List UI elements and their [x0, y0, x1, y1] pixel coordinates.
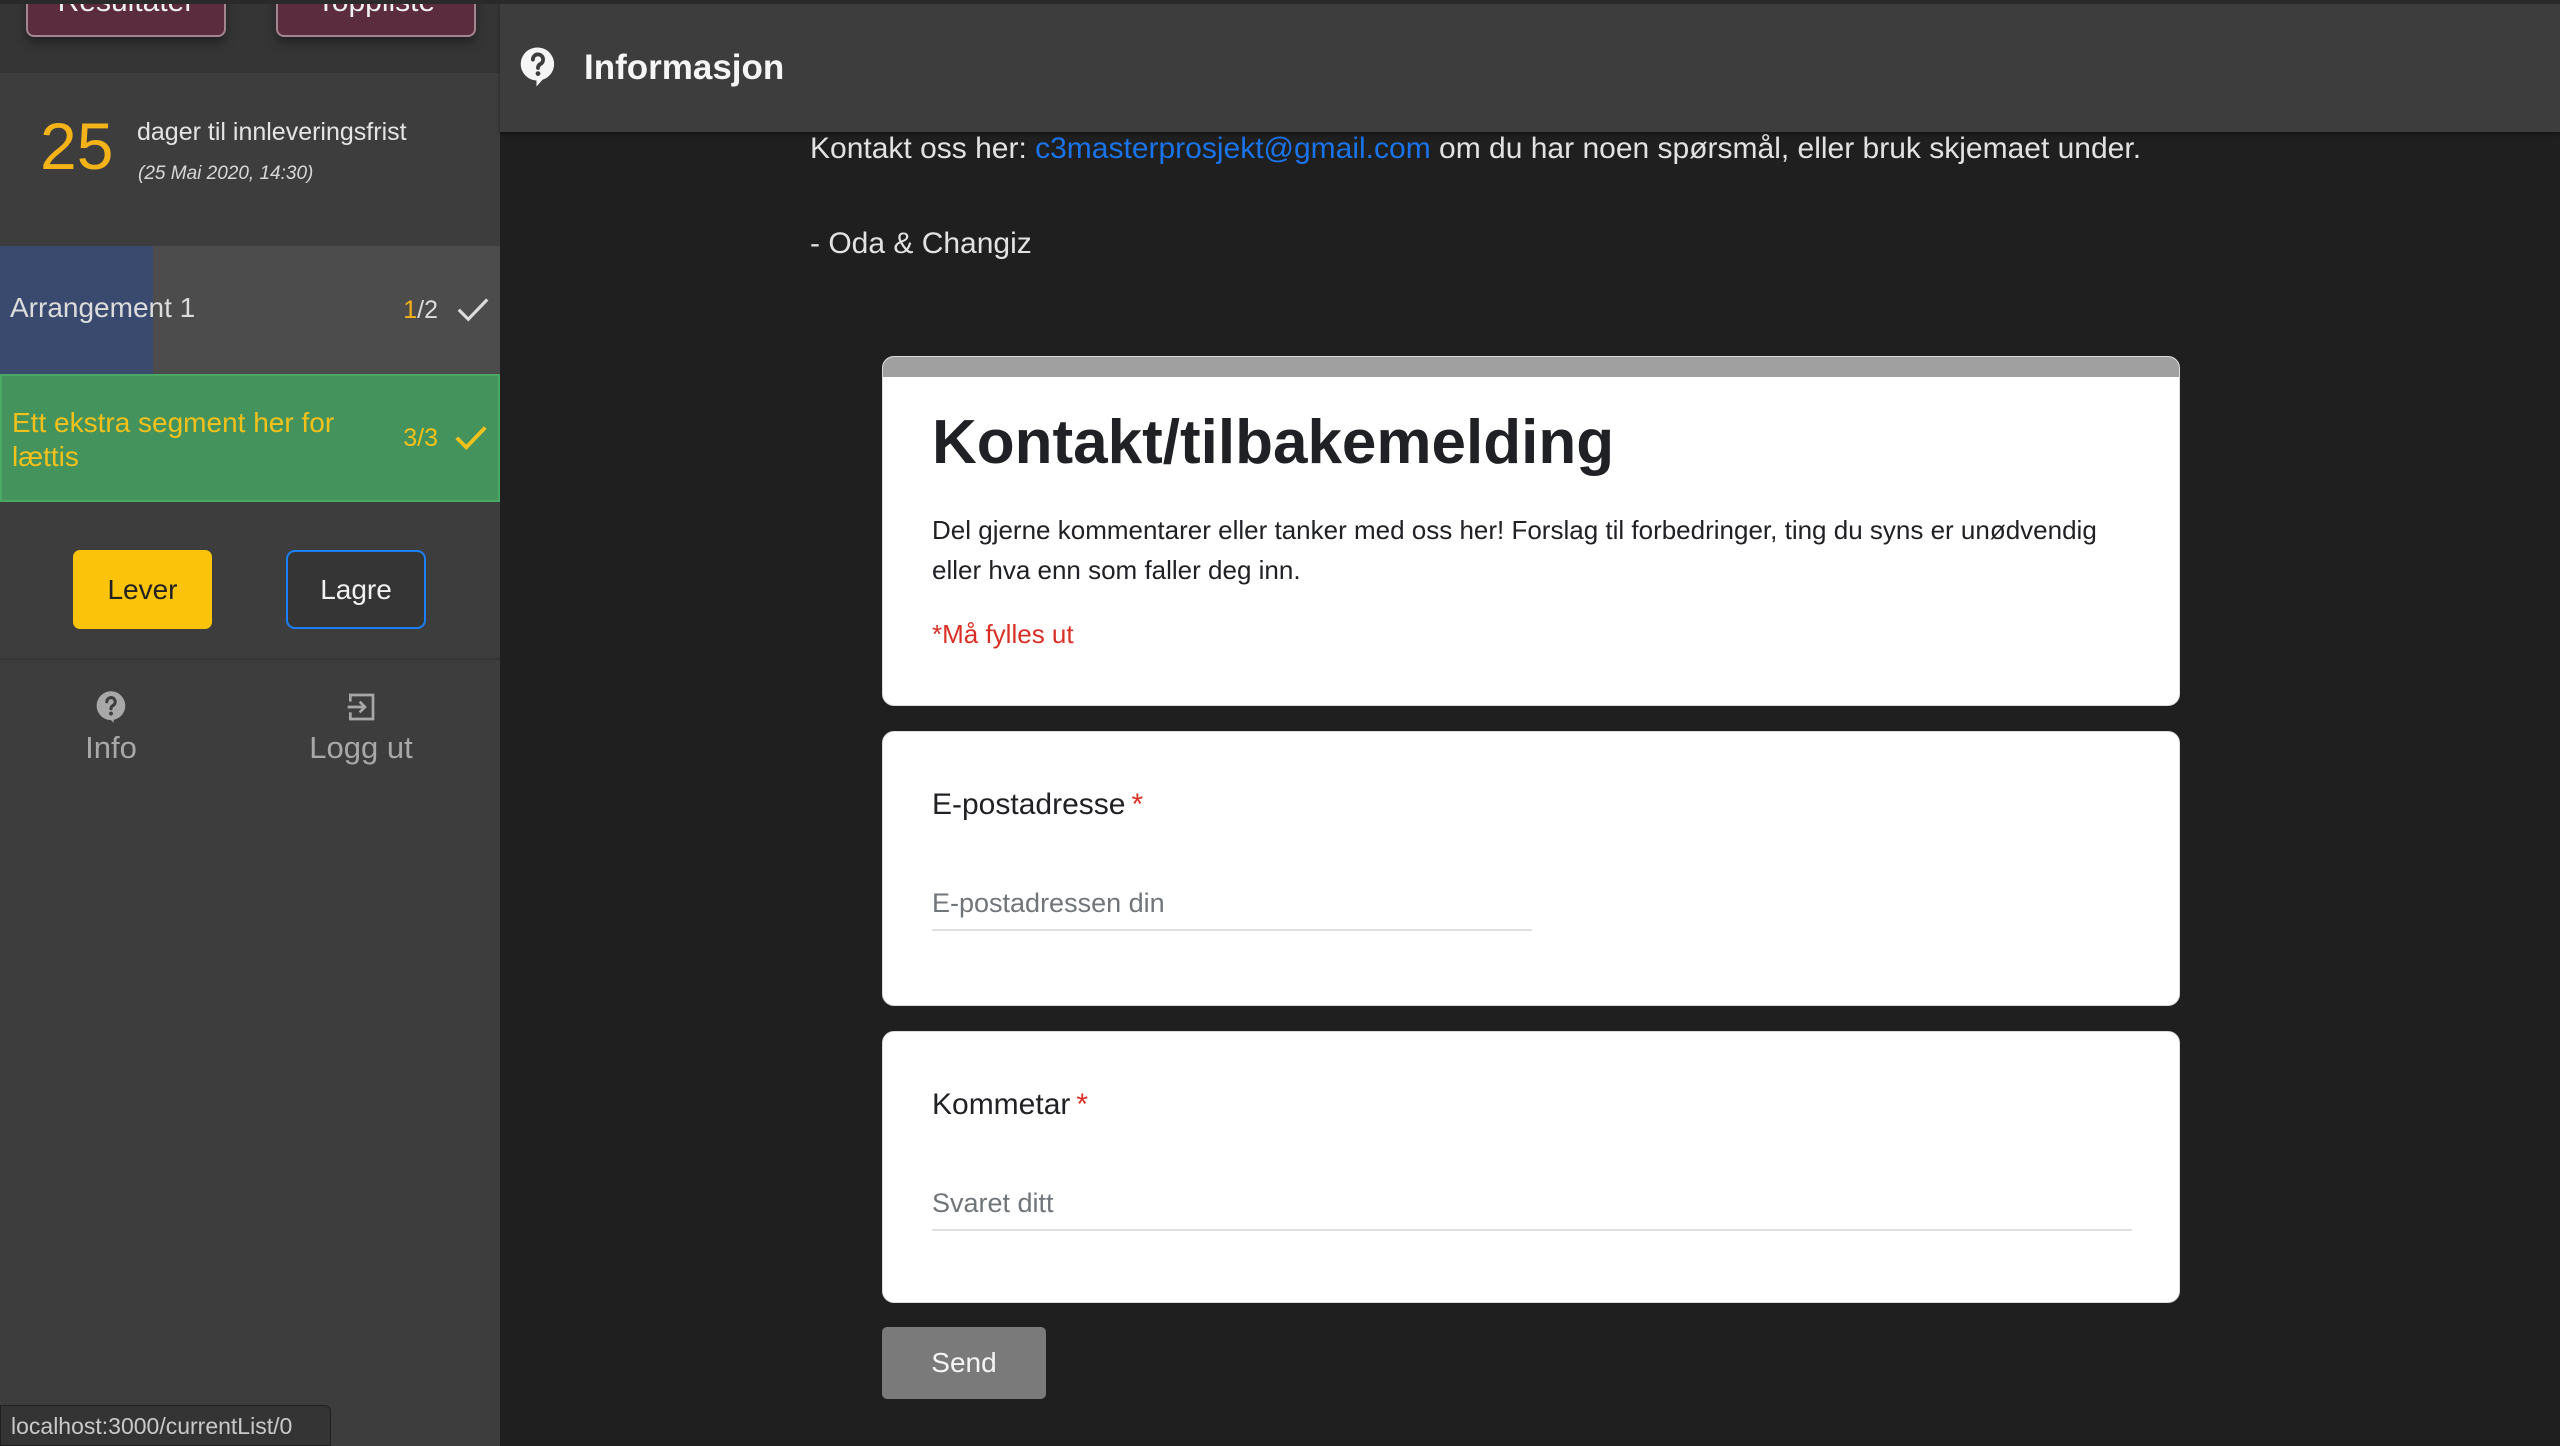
page-header: Informasjon — [500, 4, 2560, 132]
sidebar-actions: Lever Lagre — [0, 502, 500, 660]
send-button[interactable]: Send — [882, 1327, 1046, 1399]
comment-field[interactable] — [932, 1182, 2132, 1231]
form-accent-bar — [883, 357, 2179, 377]
form-description: Del gjerne kommentarer eller tanker med … — [932, 515, 2097, 585]
comment-question-card: Kommetar * — [882, 1031, 2180, 1303]
save-button[interactable]: Lagre — [286, 550, 426, 629]
segment-count: 1/2 — [403, 296, 438, 325]
main-content: Kontakt oss her: c3masterprosjekt@gmail.… — [500, 132, 2560, 1446]
comment-label: Kommetar * — [932, 1088, 1088, 1122]
deadline-date: (25 Mai 2020, 14:30) — [138, 163, 314, 184]
form-title: Kontakt/tilbakemelding — [932, 408, 1615, 477]
logout-nav-item[interactable]: Logg ut — [281, 690, 441, 766]
check-icon — [457, 298, 489, 322]
required-asterisk: * — [1131, 788, 1144, 821]
segment-extra[interactable]: Ett ekstra segment her for lættis 3/3 — [0, 374, 500, 502]
info-nav-item[interactable]: Info — [31, 690, 191, 766]
logout-icon — [347, 693, 375, 721]
logout-label: Logg ut — [309, 730, 413, 765]
segment-label: Arrangement 1 — [10, 292, 196, 323]
help-bubble-icon — [96, 691, 126, 723]
contact-prefix: Kontakt oss her: — [810, 132, 1036, 165]
countdown-label: dager til innleveringsfrist — [137, 118, 407, 146]
link-status-tooltip: localhost:3000/currentList/0 — [0, 1405, 331, 1446]
signature: - Oda & Changiz — [810, 227, 1032, 260]
comment-label-text: Kommetar — [932, 1088, 1071, 1121]
form-header-card: Kontakt/tilbakemelding Del gjerne kommen… — [882, 356, 2180, 706]
window-top-edge — [0, 0, 2560, 4]
email-label-text: E-postadresse — [932, 788, 1126, 821]
results-button[interactable]: Resultater — [26, 0, 226, 37]
sidebar-nav-area: Resultater Toppliste — [0, 0, 500, 73]
segment-count: 3/3 — [403, 424, 438, 452]
sidebar-bottom-nav: Info Logg ut — [0, 690, 500, 790]
required-note: *Må fylles ut — [932, 619, 1074, 649]
help-bubble-icon — [520, 47, 555, 87]
segment-label: Ett ekstra segment her for lættis — [12, 407, 335, 472]
sidebar: Resultater Toppliste 25 dager til innlev… — [0, 0, 500, 1446]
email-label: E-postadresse * — [932, 788, 1143, 822]
days-remaining: 25 — [40, 109, 114, 183]
required-asterisk: * — [1076, 1088, 1089, 1121]
check-icon — [455, 426, 487, 451]
contact-text: Kontakt oss her: c3masterprosjekt@gmail.… — [810, 132, 2141, 166]
segment-arrangement-1[interactable]: Arrangement 1 1/2 — [0, 246, 500, 374]
email-question-card: E-postadresse * — [882, 731, 2180, 1006]
deadline-countdown: 25 dager til innleveringsfrist (25 Mai 2… — [0, 73, 500, 246]
segment-done-count: 1 — [403, 296, 418, 324]
page-title: Informasjon — [584, 48, 785, 87]
submit-button[interactable]: Lever — [73, 550, 212, 629]
segment-total-count: /2 — [417, 296, 438, 324]
contact-email-link[interactable]: c3masterprosjekt@gmail.com — [1035, 132, 1431, 165]
contact-suffix: om du har noen spørsmål, eller bruk skje… — [1430, 132, 2142, 165]
info-label: Info — [85, 730, 137, 765]
leaderboard-button[interactable]: Toppliste — [276, 0, 476, 37]
email-field[interactable] — [932, 882, 1532, 931]
